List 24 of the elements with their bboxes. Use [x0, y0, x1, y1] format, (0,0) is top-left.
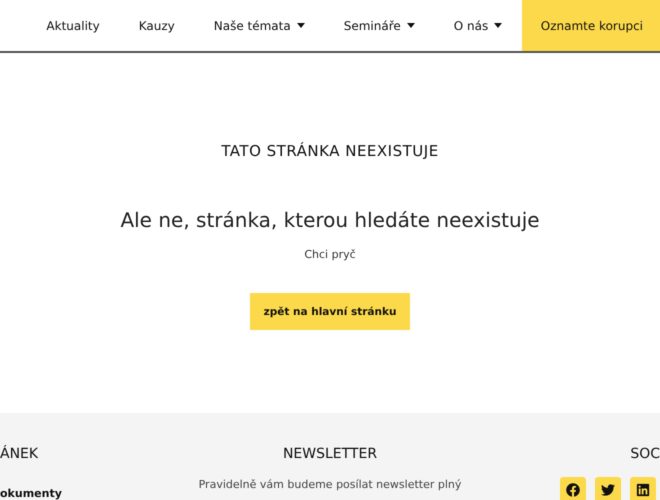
facebook-icon [566, 483, 580, 497]
nav-link[interactable]: Naše témata [194, 0, 324, 51]
caret-icon [494, 23, 502, 28]
error-subtitle: Chci pryč [304, 248, 356, 261]
footer-heading: ÁNEK [0, 446, 38, 462]
nav-link[interactable]: Kauzy [119, 0, 194, 51]
error-heading: TATO STRÁNKA NEEXISTUJE [221, 142, 439, 160]
caret-icon [406, 23, 415, 28]
caret-icon [296, 23, 305, 28]
footer-link[interactable]: okumenty [0, 487, 62, 500]
social-heading: SOC [630, 446, 660, 462]
social-link[interactable] [560, 477, 586, 500]
nav-link[interactable]: Aktuality [26, 0, 120, 51]
newsletter-text: Pravidelně vám budeme posílat newsletter plný [198, 478, 462, 491]
social-link[interactable] [595, 477, 621, 500]
error-title: Ale ne, stránka, kterou hledáte neexistuje [120, 208, 540, 232]
linkedin-icon [636, 483, 650, 497]
nav-link[interactable]: Semináře [324, 0, 434, 51]
twitter-icon [601, 483, 615, 497]
social-link[interactable] [630, 477, 656, 500]
nav-link[interactable]: O nás [434, 0, 522, 51]
newsletter-heading: NEWSLETTER [282, 446, 378, 462]
report-button[interactable]: Oznamte korupci [522, 0, 660, 51]
home-button[interactable]: zpět na hlavní stránku [250, 293, 410, 330]
